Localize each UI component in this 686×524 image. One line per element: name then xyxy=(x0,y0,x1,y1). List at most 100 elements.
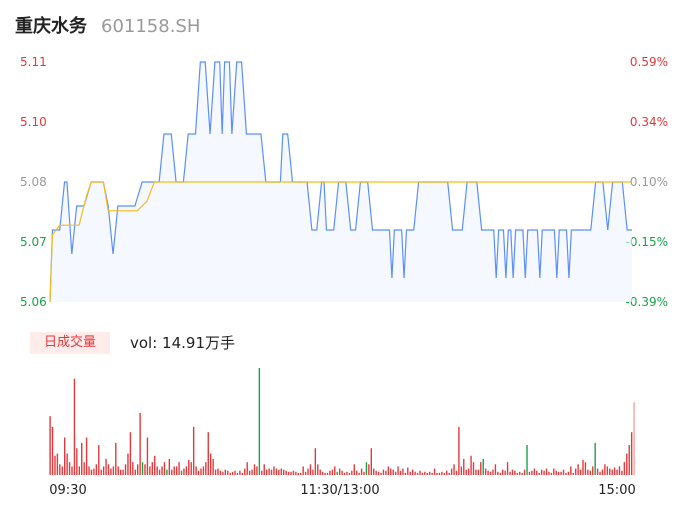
volume-bar xyxy=(309,464,312,475)
y-tick-right: 0.34% xyxy=(630,115,668,129)
volume-bar xyxy=(579,469,582,475)
volume-bar xyxy=(433,468,436,475)
volume-bar xyxy=(248,470,251,475)
volume-bar xyxy=(144,464,146,475)
volume-bar xyxy=(59,464,61,475)
volume-bar xyxy=(565,472,567,475)
volume-bar xyxy=(334,466,336,475)
volume-bar xyxy=(626,453,628,475)
volume-bar xyxy=(353,464,355,475)
volume-bar xyxy=(373,468,375,475)
volume-bar xyxy=(528,471,531,475)
volume-bar xyxy=(202,466,205,475)
volume-bar xyxy=(222,471,224,475)
volume-bar xyxy=(587,469,589,475)
volume-bar xyxy=(540,469,543,475)
volume-bar xyxy=(582,460,584,475)
volume-bar xyxy=(278,469,280,475)
volume-bar xyxy=(509,471,511,475)
volume-bar xyxy=(380,472,382,475)
volume-bar xyxy=(356,470,358,475)
volume-bar xyxy=(443,472,445,475)
volume-bar xyxy=(132,462,134,475)
volume-bar xyxy=(516,472,518,475)
volume-bar xyxy=(338,468,341,475)
volume-bar xyxy=(365,462,368,475)
volume-bar xyxy=(329,470,331,475)
volume-bar xyxy=(470,455,472,475)
volume-bar xyxy=(370,448,372,475)
volume-bar xyxy=(482,458,484,475)
volume-bar xyxy=(514,470,516,475)
volume-bar xyxy=(302,466,304,475)
volume-bar xyxy=(54,455,56,475)
volume-bar xyxy=(73,378,76,475)
volume-bar xyxy=(387,466,390,475)
volume-bar xyxy=(212,458,214,475)
volume-bar xyxy=(115,442,117,475)
volume-bar xyxy=(119,469,122,475)
y-tick-left: 5.08 xyxy=(20,175,47,189)
volume-bar xyxy=(499,472,501,475)
volume-bar xyxy=(49,416,51,475)
volume-bar xyxy=(431,472,433,475)
volume-bar xyxy=(107,464,110,475)
volume-bar xyxy=(472,462,475,475)
volume-bar xyxy=(234,470,236,475)
volume-bar xyxy=(555,470,557,475)
volume-bar xyxy=(545,468,548,475)
volume-bar xyxy=(448,472,450,475)
volume-bar xyxy=(244,468,246,475)
intraday-chart: 5.115.105.085.075.060.59%0.34%0.10%-0.15… xyxy=(20,55,668,498)
volume-bar xyxy=(175,466,178,475)
volume-bar xyxy=(256,466,258,475)
volume-bar xyxy=(560,471,562,475)
volume-bar xyxy=(229,472,231,475)
volume-bar xyxy=(611,469,613,475)
volume-bar xyxy=(292,470,295,475)
volume-bar xyxy=(317,464,319,475)
volume-bar xyxy=(463,458,465,475)
volume-bar xyxy=(489,471,492,475)
volume-bar xyxy=(102,466,105,475)
volume-bar xyxy=(394,471,397,475)
volume-bar xyxy=(253,464,256,475)
y-tick-left: 5.11 xyxy=(20,55,47,69)
volume-bar xyxy=(596,468,599,475)
volume-bar xyxy=(424,471,426,475)
volume-bar xyxy=(105,458,107,475)
volume-bar xyxy=(66,453,68,475)
volume-bar xyxy=(504,470,506,475)
volume-bar xyxy=(224,469,226,475)
volume-bar xyxy=(195,466,197,475)
volume-bar xyxy=(93,468,95,475)
volume-bar xyxy=(275,468,278,475)
volume-bar xyxy=(205,462,207,475)
volume-bar xyxy=(163,462,166,475)
volume-bar xyxy=(409,471,411,475)
volume-bar xyxy=(506,462,509,475)
volume-bar xyxy=(475,469,477,475)
volume-bar xyxy=(166,469,168,475)
volume-bar xyxy=(236,472,239,475)
volume-bar xyxy=(392,469,394,475)
volume-bar xyxy=(426,472,428,475)
y-tick-left: 5.07 xyxy=(20,235,47,249)
volume-bar xyxy=(188,460,190,475)
volume-bar xyxy=(455,470,458,475)
volume-bar xyxy=(268,468,270,475)
volume-bar xyxy=(251,469,253,475)
volume-bar xyxy=(562,469,565,475)
volume-bar xyxy=(465,469,467,475)
volume-bar xyxy=(601,469,604,475)
volume-bar xyxy=(129,432,132,475)
volume-tab[interactable]: 日成交量 xyxy=(30,332,110,354)
y-tick-left: 5.10 xyxy=(20,115,47,129)
volume-bar xyxy=(200,468,202,475)
volume-bar xyxy=(592,466,594,475)
volume-bar xyxy=(523,469,526,475)
volume-bar xyxy=(584,462,587,475)
volume-bar xyxy=(146,437,149,475)
volume-bar xyxy=(492,469,494,475)
volume-bar xyxy=(377,471,380,475)
